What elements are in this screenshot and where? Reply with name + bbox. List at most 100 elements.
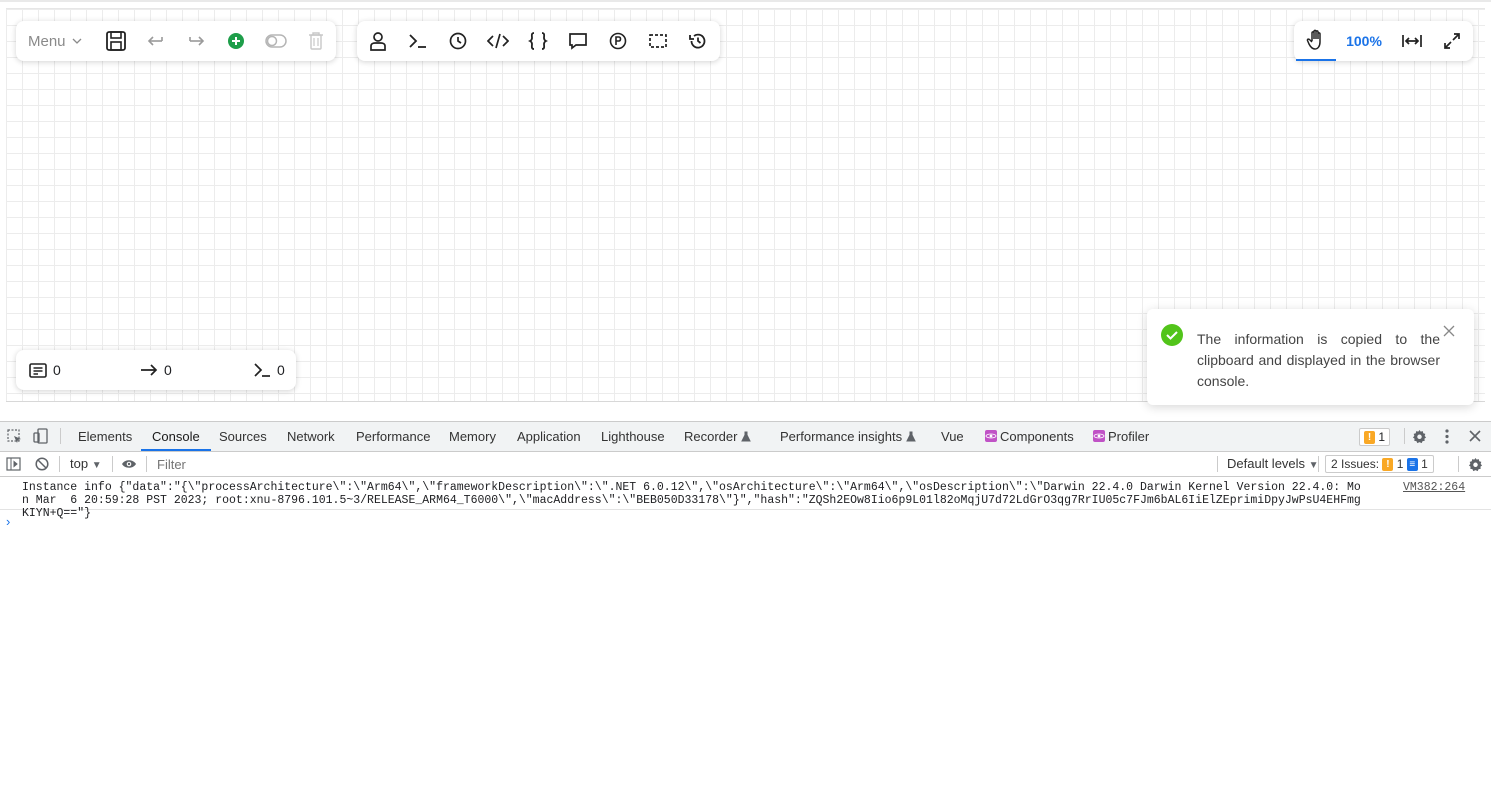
node-counter: 0 xyxy=(29,362,61,378)
user-node-button[interactable] xyxy=(358,21,398,61)
tab-recorder[interactable]: Recorder xyxy=(684,422,751,450)
toggle-button[interactable] xyxy=(256,21,296,61)
json-node-button[interactable] xyxy=(518,21,558,61)
dropdown-triangle-icon: ▼ xyxy=(91,460,102,471)
fullscreen-button[interactable] xyxy=(1432,21,1472,61)
node-count: 0 xyxy=(53,362,61,378)
gear-icon[interactable] xyxy=(1468,457,1483,472)
sidebar-toggle-icon[interactable] xyxy=(6,457,21,471)
log-source-link[interactable]: VM382:264 xyxy=(1403,481,1465,494)
chevron-down-icon xyxy=(72,38,81,44)
divider xyxy=(60,428,61,444)
divider xyxy=(59,456,60,472)
edge-counter: 0 xyxy=(140,362,172,378)
code-node-button[interactable] xyxy=(478,21,518,61)
save-button[interactable] xyxy=(96,21,136,61)
tab-components[interactable]: Components xyxy=(985,422,1074,450)
notification-toast: The information is copied to the clipboa… xyxy=(1147,309,1474,405)
toggle-icon xyxy=(265,34,287,48)
tab-vue[interactable]: Vue xyxy=(941,422,964,450)
parameter-icon xyxy=(609,32,627,50)
edge-count: 0 xyxy=(164,362,172,378)
warning-count: 1 xyxy=(1378,430,1386,444)
history-icon xyxy=(689,33,706,49)
main-toolbar: Menu xyxy=(16,21,336,61)
fit-width-button[interactable] xyxy=(1392,21,1432,61)
tab-elements[interactable]: Elements xyxy=(78,422,132,450)
log-levels-dropdown[interactable]: Default levels ▼ xyxy=(1227,452,1319,476)
trash-icon xyxy=(309,32,323,50)
terminal-node-button[interactable] xyxy=(398,21,438,61)
issues-warn-count: 1 xyxy=(1396,457,1404,471)
gear-icon[interactable] xyxy=(1412,429,1427,444)
tab-performance-insights-label: Performance insights xyxy=(780,429,903,444)
context-label: top xyxy=(70,456,89,471)
divider xyxy=(112,456,113,472)
expand-icon xyxy=(1444,33,1460,49)
react-icon xyxy=(985,430,997,442)
inspect-element-icon[interactable] xyxy=(7,429,22,444)
close-icon[interactable] xyxy=(1469,430,1481,442)
more-vertical-icon[interactable] xyxy=(1444,429,1450,444)
device-toolbar-icon[interactable] xyxy=(33,428,49,444)
view-toolbar: 100% xyxy=(1294,21,1473,61)
warnings-counter[interactable]: ! 1 xyxy=(1359,428,1391,446)
success-check-icon xyxy=(1161,324,1183,346)
issues-label: 2 Issues: xyxy=(1331,457,1380,471)
console-log-entry: Instance info {"data":"{\"processArchite… xyxy=(0,477,1491,520)
add-node-button[interactable] xyxy=(216,21,256,61)
node-palette xyxy=(357,21,720,61)
clock-icon xyxy=(449,32,467,50)
tab-sources[interactable]: Sources xyxy=(219,422,267,450)
tab-profiler[interactable]: Profiler xyxy=(1093,422,1149,450)
code-icon xyxy=(487,33,509,49)
divider xyxy=(1458,456,1459,472)
filter-input[interactable] xyxy=(153,455,1216,473)
delete-button[interactable] xyxy=(296,21,336,61)
tab-memory[interactable]: Memory xyxy=(449,422,496,450)
tab-network[interactable]: Network xyxy=(287,422,335,450)
tab-performance[interactable]: Performance xyxy=(356,422,430,450)
menu-label: Menu xyxy=(28,32,66,50)
fit-width-icon xyxy=(1402,35,1422,47)
menu-dropdown[interactable]: Menu xyxy=(16,21,94,61)
node-list-icon xyxy=(29,362,47,378)
parameter-node-button[interactable] xyxy=(598,21,638,61)
context-selector[interactable]: top ▼ xyxy=(70,452,102,476)
pan-mode-button[interactable] xyxy=(1296,21,1336,61)
redo-icon xyxy=(189,36,205,46)
info-message-icon: ≡ xyxy=(1406,458,1418,472)
arrow-right-icon xyxy=(141,364,158,376)
script-counter: 0 xyxy=(253,362,285,378)
console-prompt-caret[interactable]: › xyxy=(6,514,10,529)
tab-lighthouse[interactable]: Lighthouse xyxy=(601,422,665,450)
undo-button[interactable] xyxy=(136,21,176,61)
comment-node-button[interactable] xyxy=(558,21,598,61)
log-message: Instance info {"data":"{\"processArchite… xyxy=(22,481,1361,520)
tab-performance-insights[interactable]: Performance insights xyxy=(780,422,916,450)
tab-components-label: Components xyxy=(1000,429,1074,444)
log-levels-label: Default levels xyxy=(1227,456,1306,471)
script-count: 0 xyxy=(277,362,285,378)
braces-icon xyxy=(528,32,548,50)
close-icon[interactable] xyxy=(1443,325,1455,337)
clear-console-icon[interactable] xyxy=(35,457,49,471)
redo-button[interactable] xyxy=(176,21,216,61)
save-icon xyxy=(106,31,126,51)
zoom-level[interactable]: 100% xyxy=(1336,33,1392,49)
comment-icon xyxy=(569,33,587,50)
tab-application[interactable]: Application xyxy=(517,422,581,450)
warning-icon: ! xyxy=(1382,458,1394,472)
statistics-panel: 0 0 0 xyxy=(16,350,296,390)
eye-icon[interactable] xyxy=(121,458,137,470)
timer-node-button[interactable] xyxy=(438,21,478,61)
divider xyxy=(1318,456,1319,472)
user-icon xyxy=(370,32,386,51)
warning-icon: ! xyxy=(1364,431,1375,445)
issues-button[interactable]: 2 Issues: ! 1 ≡ 1 xyxy=(1325,455,1434,473)
selection-icon xyxy=(649,34,667,48)
history-button[interactable] xyxy=(678,21,718,61)
group-select-button[interactable] xyxy=(638,21,678,61)
console-toolbar: top ▼ Default levels ▼ 2 Issues: ! 1 ≡ 1 xyxy=(0,452,1491,477)
tab-console[interactable]: Console xyxy=(141,422,211,451)
